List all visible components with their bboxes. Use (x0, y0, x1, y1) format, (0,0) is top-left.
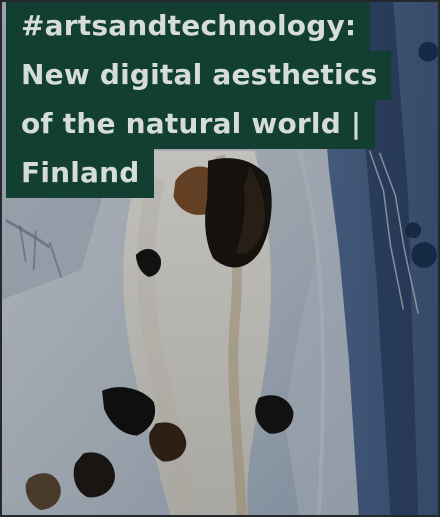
title-line-4[interactable]: Finland (6, 149, 154, 198)
title-line-3[interactable]: of the natural world | (6, 100, 376, 149)
title-line-2[interactable]: New digital aesthetics (6, 51, 392, 100)
article-title[interactable]: #artsandtechnology: New digital aestheti… (6, 2, 438, 198)
title-line-1[interactable]: #artsandtechnology: (6, 2, 371, 51)
article-card[interactable]: #artsandtechnology: New digital aestheti… (0, 0, 440, 517)
